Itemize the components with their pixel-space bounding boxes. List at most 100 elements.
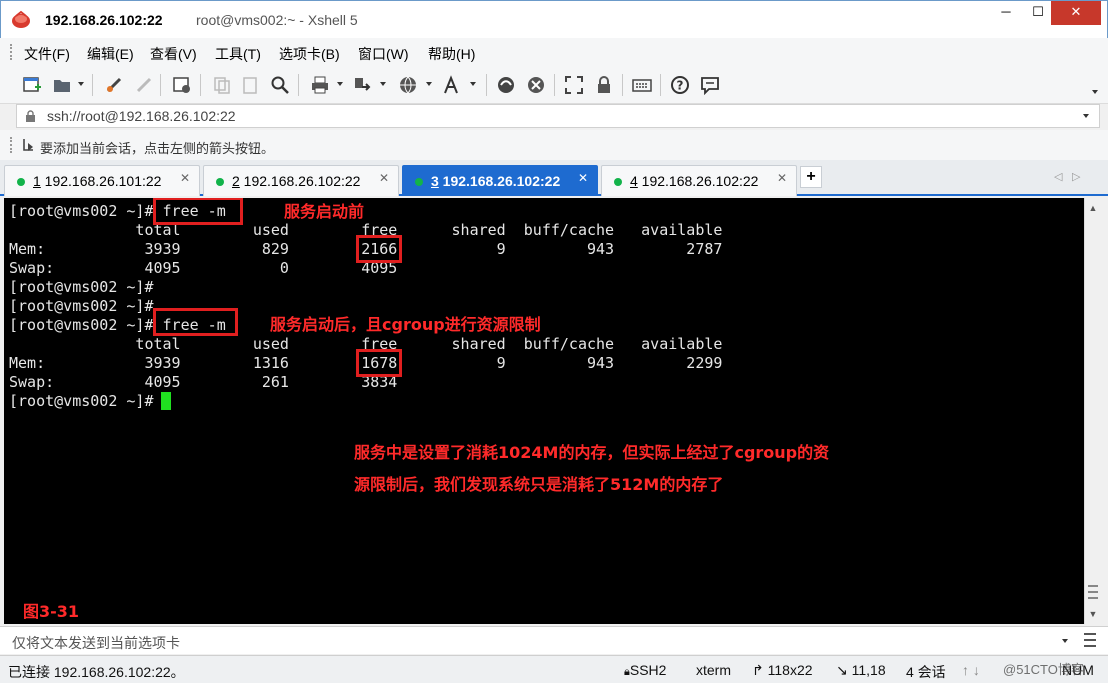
toolbar-separator — [660, 74, 661, 96]
add-session-arrow-icon[interactable] — [22, 138, 35, 152]
size-icon: ↱ — [752, 662, 768, 678]
tab-host: 192.168.26.102:22 — [637, 173, 759, 189]
properties-icon[interactable] — [172, 75, 192, 95]
print-icon[interactable] — [310, 75, 330, 95]
tab-session-3[interactable]: 3 192.168.26.102:22 ✕ — [402, 165, 598, 196]
address-bar[interactable]: ssh://root@192.168.26.102:22 — [16, 104, 1100, 128]
paste-icon[interactable] — [240, 75, 260, 95]
xmanager-icon[interactable] — [526, 75, 546, 95]
tab-close-icon[interactable]: ✕ — [379, 171, 389, 185]
disconnect-icon[interactable] — [134, 75, 154, 95]
terminal[interactable]: [root@vms002 ~]# free -m total used free… — [4, 198, 1084, 624]
status-sessions: 4 会话 — [906, 664, 946, 680]
status-nav-arrows[interactable]: ↑ ↓ — [962, 662, 980, 678]
font-dropdown-icon[interactable] — [470, 82, 476, 86]
menu-help[interactable]: 帮助(H) — [428, 44, 475, 64]
tab-host: 192.168.26.102:22 — [239, 173, 361, 189]
address-dropdown-icon[interactable] — [1083, 114, 1089, 118]
menu-tabs[interactable]: 选项卡(B) — [279, 44, 340, 64]
window-title-host: 192.168.26.102:22 — [45, 12, 163, 28]
svg-text:?: ? — [677, 79, 684, 93]
window-title-session: root@vms002:~ - Xshell 5 — [196, 12, 358, 28]
terminal-scrollbar[interactable]: ▲ ▼ — [1084, 198, 1101, 624]
menu-edit[interactable]: 编辑(E) — [87, 44, 134, 64]
scroll-up-icon[interactable]: ▲ — [1085, 200, 1101, 216]
status-protocol: 🔒︎SSH2 — [624, 662, 666, 679]
menu-grip — [10, 44, 13, 60]
toolbar-overflow-icon[interactable] — [1092, 90, 1098, 94]
help-icon[interactable]: ? — [670, 75, 690, 95]
terminal-line: [root@vms002 ~]# — [9, 297, 154, 315]
address-input[interactable]: ssh://root@192.168.26.102:22 — [47, 108, 236, 124]
globe-dropdown-icon[interactable] — [426, 82, 432, 86]
print-dropdown-icon[interactable] — [337, 82, 343, 86]
status-cursor: ↘ 11,18 — [836, 662, 886, 679]
copy-icon[interactable] — [212, 75, 232, 95]
toolbar-separator — [554, 74, 555, 96]
menu-window[interactable]: 窗口(W) — [358, 44, 409, 64]
reconnect-icon[interactable] — [104, 75, 124, 95]
tab-session-2[interactable]: 2 192.168.26.102:22 ✕ — [203, 165, 399, 196]
tab-close-icon[interactable]: ✕ — [180, 171, 190, 185]
toolbar-separator — [486, 74, 487, 96]
tab-session-1[interactable]: 1 192.168.26.101:22 ✕ — [4, 165, 200, 196]
tab-host: 192.168.26.102:22 — [438, 173, 561, 189]
tab-label: 4 192.168.26.102:22 — [630, 173, 758, 189]
tab-close-icon[interactable]: ✕ — [578, 171, 588, 185]
hint-text: 要添加当前会话，点击左侧的箭头按钮。 — [40, 141, 275, 156]
tab-label: 3 192.168.26.102:22 — [431, 173, 560, 189]
close-button[interactable]: ✕ — [1051, 1, 1101, 25]
scroll-down-icon[interactable]: ▼ — [1085, 606, 1101, 622]
tab-number: 1 — [33, 173, 41, 189]
annotation-explain-1: 服务中是设置了消耗1024M的内存，但实际上经过了cgroup的资 — [354, 443, 830, 462]
find-icon[interactable] — [270, 75, 290, 95]
new-tab-button[interactable]: + — [800, 166, 822, 188]
toolbar: ? — [0, 66, 1108, 104]
status-connection: 已连接 192.168.26.102:22。 — [8, 664, 185, 680]
connected-dot-icon — [415, 178, 423, 186]
highlight-box-command-1 — [153, 198, 243, 225]
toolbar-separator — [298, 74, 299, 96]
tab-label: 1 192.168.26.101:22 — [33, 173, 161, 189]
fullscreen-icon[interactable] — [564, 75, 584, 95]
globe-icon[interactable] — [398, 75, 418, 95]
menu-tools[interactable]: 工具(T) — [215, 44, 261, 64]
terminal-cursor — [161, 392, 171, 410]
tab-number: 4 — [630, 173, 638, 189]
chat-icon[interactable] — [700, 75, 720, 95]
tab-number: 3 — [431, 173, 439, 189]
compose-bar[interactable]: 仅将文本发送到当前选项卡 — [0, 626, 1108, 654]
open-folder-icon[interactable] — [52, 75, 72, 95]
status-protocol-text: SSH2 — [629, 662, 667, 678]
lock-icon — [26, 110, 35, 122]
tab-label: 2 192.168.26.102:22 — [232, 173, 360, 189]
connected-dot-icon — [216, 178, 224, 186]
lock-icon[interactable] — [594, 75, 614, 95]
scroll-grip[interactable] — [1088, 585, 1098, 599]
compose-menu-icon[interactable] — [1084, 633, 1096, 647]
status-cursor-text: 11,18 — [851, 662, 886, 678]
tab-strip: 1 192.168.26.101:22 ✕ 2 192.168.26.102:2… — [0, 160, 1108, 196]
terminal-line: Swap: 4095 0 4095 — [9, 259, 398, 277]
compose-dropdown-icon[interactable] — [1062, 639, 1068, 643]
compose-input[interactable]: 仅将文本发送到当前选项卡 — [12, 633, 180, 653]
keyboard-icon[interactable] — [632, 75, 652, 95]
highlight-box-command-2 — [153, 308, 238, 336]
status-size-text: 118x22 — [767, 662, 813, 678]
figure-label: 图3-31 — [23, 602, 80, 621]
menu-view[interactable]: 查看(V) — [150, 44, 197, 64]
xftp-icon[interactable] — [496, 75, 516, 95]
tab-close-icon[interactable]: ✕ — [777, 171, 787, 185]
tab-next-icon[interactable]: ▷ — [1072, 170, 1080, 183]
transfer-icon[interactable] — [352, 75, 372, 95]
annotation-after: 服务启动后，且cgroup进行资源限制 — [270, 315, 541, 334]
tab-session-4[interactable]: 4 192.168.26.102:22 ✕ — [601, 165, 797, 196]
font-icon[interactable] — [442, 75, 462, 95]
open-dropdown-icon[interactable] — [78, 82, 84, 86]
xshell-logo-icon — [12, 10, 30, 28]
tab-prev-icon[interactable]: ◁ — [1054, 170, 1062, 183]
transfer-dropdown-icon[interactable] — [380, 82, 386, 86]
new-session-icon[interactable] — [22, 75, 42, 95]
menu-file[interactable]: 文件(F) — [24, 44, 70, 64]
connected-dot-icon — [17, 178, 25, 186]
